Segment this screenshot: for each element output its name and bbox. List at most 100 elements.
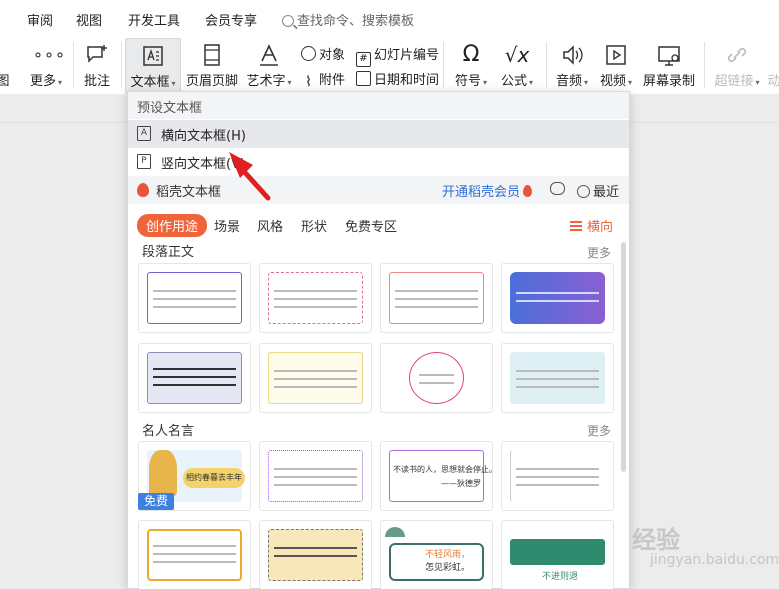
- comment-button[interactable]: 批注: [79, 38, 115, 94]
- card-frame: [510, 272, 605, 324]
- tab-style[interactable]: 风格: [257, 216, 283, 235]
- vertical-textbox-icon: P: [137, 154, 151, 169]
- dropdown-arrow-icon: ▾: [584, 78, 589, 87]
- card-text-line: [153, 368, 236, 370]
- template-card[interactable]: [259, 520, 372, 589]
- menu-tab-review[interactable]: 审阅: [27, 10, 53, 29]
- wordart-button[interactable]: 艺术字 ▾: [244, 38, 294, 94]
- blank-icon: [767, 42, 779, 68]
- flame-icon: [523, 185, 533, 197]
- horizontal-textbox-label: 横向文本框(H): [161, 129, 246, 144]
- tab-free-zone[interactable]: 免费专区: [345, 216, 397, 235]
- link-icon: [727, 47, 747, 63]
- template-card[interactable]: [259, 441, 372, 511]
- template-card[interactable]: [138, 263, 251, 333]
- card-text-line: [153, 553, 236, 555]
- header-footer-label: 页眉页脚: [186, 74, 239, 89]
- card-text-line: [274, 298, 357, 300]
- card-text-line: [516, 370, 599, 372]
- open-member-label: 开通稻壳会员: [442, 185, 521, 200]
- more-link-quotes[interactable]: 更多: [587, 422, 611, 439]
- vertical-textbox-item[interactable]: P 竖向文本框(V): [128, 148, 629, 176]
- watermark-text: 经验: [632, 526, 680, 554]
- card-text-line: [153, 306, 236, 308]
- menu-tab-developer[interactable]: 开发工具: [128, 10, 180, 29]
- template-card[interactable]: [501, 441, 614, 511]
- open-member-link[interactable]: 开通稻壳会员: [442, 181, 533, 200]
- more-button[interactable]: ∘∘∘ 更多 ▾: [24, 38, 68, 94]
- search-icon: [282, 15, 294, 27]
- slide-number-label: 幻灯片编号: [374, 48, 440, 63]
- template-card[interactable]: 不轻风雨， 怎见彩虹。: [380, 520, 493, 589]
- top-menu-bar: 审阅 视图 开发工具 会员专享 查找命令、搜索模板: [0, 0, 779, 38]
- hyperlink-button[interactable]: 超链接 ▾: [711, 38, 763, 94]
- card-text-line: [274, 476, 357, 478]
- ribbon-toolbar: 图▾ ∘∘∘ 更多▾ 批注 文本框▾ 页眉页脚 艺术字▾ 对象 ⌇附件 #幻灯片…: [0, 38, 779, 102]
- recent-button[interactable]: 最近: [577, 181, 619, 200]
- card-text-line: [153, 376, 236, 378]
- menu-tab-member[interactable]: 会员专享: [205, 10, 257, 29]
- wordart-label: 艺术字: [246, 74, 286, 89]
- chat-icon[interactable]: [550, 182, 565, 195]
- card-text-line: [274, 386, 357, 388]
- template-card[interactable]: [259, 263, 372, 333]
- dropdown-arrow-icon: ▾: [529, 78, 534, 87]
- object-button[interactable]: 对象: [301, 44, 345, 63]
- slide-number-button[interactable]: # 幻灯片编号: [356, 44, 439, 67]
- comment-icon: [87, 45, 107, 63]
- card-text-line: [153, 545, 236, 547]
- template-card[interactable]: [380, 263, 493, 333]
- card-text-line: [419, 374, 454, 376]
- template-card[interactable]: [138, 520, 251, 589]
- attachment-button[interactable]: ⌇ 附件: [301, 69, 345, 91]
- card-text-line: [274, 555, 357, 557]
- card-text-line: [153, 298, 236, 300]
- symbol-button[interactable]: Ω 符号 ▾: [451, 38, 491, 94]
- tab-creative-use[interactable]: 创作用途: [137, 214, 208, 237]
- comment-label: 批注: [83, 74, 110, 89]
- command-search[interactable]: 查找命令、搜索模板: [282, 10, 414, 29]
- tab-shape[interactable]: 形状: [301, 216, 327, 235]
- template-card[interactable]: [501, 343, 614, 413]
- template-card[interactable]: [501, 263, 614, 333]
- object-label: 对象: [319, 48, 346, 63]
- ribbon-partial-left-label: 图: [0, 74, 10, 89]
- video-button[interactable]: 视频 ▾: [596, 38, 636, 94]
- audio-label: 音频: [555, 74, 582, 89]
- animation-label-partial: 动: [767, 74, 779, 89]
- ribbon-partial-left-button[interactable]: 图▾: [0, 38, 12, 102]
- header-footer-button[interactable]: 页眉页脚: [186, 38, 238, 94]
- watermark-subtext: jingyan.baidu.com: [650, 552, 779, 568]
- textbox-icon: [143, 46, 163, 66]
- template-card[interactable]: [380, 343, 493, 413]
- card-text-line: [516, 292, 599, 294]
- horizontal-textbox-item[interactable]: A 横向文本框(H): [128, 120, 629, 148]
- clock-icon: [577, 185, 590, 198]
- daoke-textbox-label: 稻壳文本框: [156, 185, 222, 200]
- template-card[interactable]: [138, 343, 251, 413]
- free-badge: 免费: [138, 493, 174, 510]
- dropdown-arrow-icon: ▾: [58, 78, 63, 87]
- panel-scrollbar[interactable]: [621, 242, 626, 472]
- card-frame: [147, 352, 242, 404]
- orientation-toggle[interactable]: 横向: [570, 216, 613, 235]
- card-frame: [147, 529, 242, 581]
- card-text-line: [395, 290, 478, 292]
- divider: [73, 42, 74, 88]
- audio-button[interactable]: 音频 ▾: [552, 38, 592, 94]
- screen-record-button[interactable]: 屏幕录制: [642, 38, 696, 94]
- menu-tab-view[interactable]: 视图: [76, 10, 102, 29]
- divider: [121, 42, 122, 88]
- template-card[interactable]: 不进则退: [501, 520, 614, 589]
- template-card[interactable]: 不读书的人，思想就会停止。 ——狄德罗: [380, 441, 493, 511]
- template-card[interactable]: [259, 343, 372, 413]
- animation-button-partial[interactable]: 动: [767, 38, 779, 94]
- hash-icon: #: [356, 52, 371, 67]
- card-text-line: [516, 476, 599, 478]
- tab-scene[interactable]: 场景: [214, 216, 240, 235]
- formula-button[interactable]: √x 公式 ▾: [497, 38, 537, 94]
- datetime-button[interactable]: 日期和时间: [356, 69, 439, 88]
- more-link-paragraph[interactable]: 更多: [587, 244, 611, 261]
- textbox-button[interactable]: 文本框 ▾: [125, 38, 181, 94]
- card-caption: 相约春暮去丰年: [183, 468, 245, 488]
